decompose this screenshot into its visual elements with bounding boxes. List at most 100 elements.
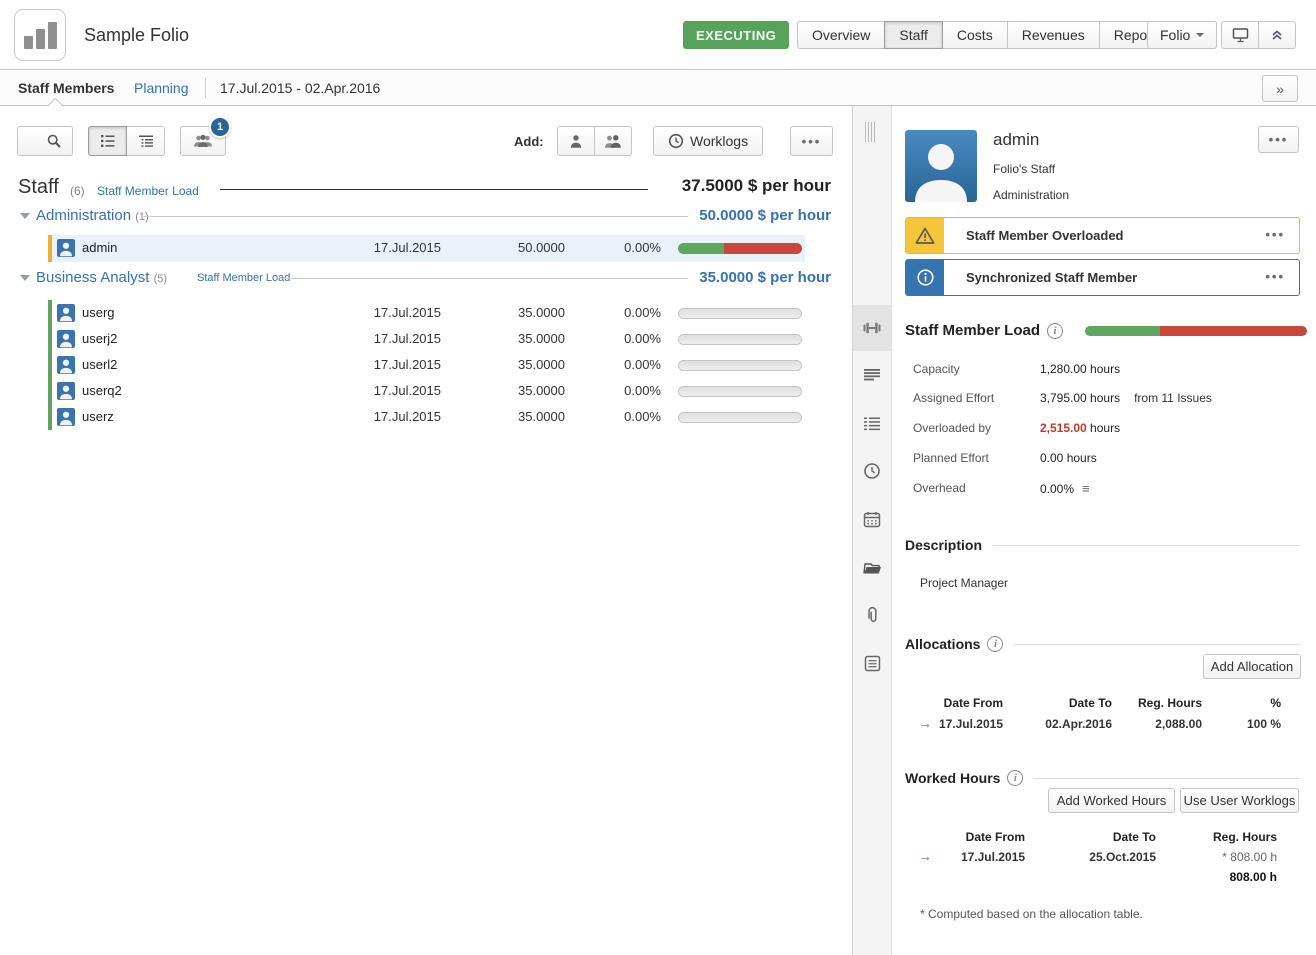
tab-revenues[interactable]: Revenues (1007, 21, 1100, 49)
info-icon[interactable]: i (1047, 323, 1063, 339)
capacity-value: 1,280.00 hours (1040, 362, 1120, 376)
view-toggle-group (88, 126, 165, 156)
staff-row-userl2[interactable]: userl2 17.Jul.2015 35.0000 0.00% (48, 352, 805, 378)
planned-effort-label: Planned Effort (913, 451, 989, 465)
strip-tab-load[interactable] (853, 305, 891, 351)
folio-menu-label: Folio (1160, 27, 1190, 43)
avatar (57, 382, 75, 400)
staff-count: (6) (70, 184, 85, 198)
member-date: 17.Jul.2015 (374, 409, 441, 424)
group-name[interactable]: Business Analyst (5) (36, 269, 167, 286)
worked-hours-computed: * 808.00 h (1222, 850, 1277, 864)
tab-overview[interactable]: Overview (797, 21, 885, 49)
search-icon (46, 133, 62, 149)
group-name[interactable]: Administration (1) (36, 207, 149, 224)
overloaded-label: Overloaded by (913, 421, 991, 435)
strip-tab-worked-hours[interactable] (853, 448, 891, 494)
expand-panel-button[interactable]: » (1262, 75, 1298, 102)
strip-tab-allocations[interactable] (853, 400, 891, 446)
alert-actions-button[interactable]: ••• (1265, 269, 1285, 284)
member-rate: 35.0000 (518, 357, 565, 372)
assigned-effort-value: 3,795.00 hoursfrom 11 Issues (1040, 391, 1212, 405)
divider (220, 189, 648, 190)
member-name: userq2 (82, 383, 122, 398)
panel-resize-handle[interactable] (865, 122, 880, 142)
add-staff-member-button[interactable] (557, 126, 595, 156)
collapse-header-button[interactable] (1258, 21, 1296, 49)
alert-actions-button[interactable]: ••• (1265, 227, 1285, 242)
flat-list-view-button[interactable] (88, 126, 127, 156)
member-name: userj2 (82, 331, 117, 346)
overhead-value: 0.00%≡ (1040, 481, 1090, 496)
worked-hours-date-from: 17.Jul.2015 (961, 850, 1025, 864)
tab-staff[interactable]: Staff (884, 21, 943, 49)
member-rate: 35.0000 (518, 331, 565, 346)
info-icon[interactable]: i (1007, 770, 1023, 786)
staff-row-userj2[interactable]: userj2 17.Jul.2015 35.0000 0.00% (48, 326, 805, 352)
member-percent: 0.00% (624, 240, 661, 255)
member-load-bar (678, 243, 802, 254)
member-name: admin (82, 240, 117, 255)
ellipsis-icon: ••• (1269, 132, 1289, 147)
add-buttons-group (557, 126, 632, 156)
staff-row-userq2[interactable]: userq2 17.Jul.2015 35.0000 0.00% (48, 378, 805, 404)
strip-tab-calendar[interactable] (853, 496, 891, 542)
detail-member-group: Administration (993, 188, 1069, 202)
list-items-icon (863, 416, 881, 431)
tab-planning[interactable]: Planning (134, 70, 189, 106)
strip-tab-log[interactable] (853, 640, 891, 686)
overhead-menu-icon[interactable]: ≡ (1082, 481, 1090, 496)
warning-icon (906, 218, 944, 253)
member-date: 17.Jul.2015 (374, 331, 441, 346)
avatar (905, 130, 977, 202)
row-status-edge (48, 235, 52, 262)
add-staff-group-button[interactable] (594, 126, 632, 156)
group-header-business-analyst: Business Analyst (5) Staff Member Load 3… (18, 269, 834, 287)
staff-member-load-link[interactable]: Staff Member Load (97, 184, 199, 198)
app-header: Sample Folio EXECUTING Overview Staff Co… (0, 0, 1316, 70)
search-button[interactable] (17, 126, 73, 156)
staff-row-admin[interactable]: admin 17.Jul.2015 50.0000 0.00% (48, 235, 805, 262)
people-group-icon (193, 133, 213, 149)
add-allocation-button[interactable]: Add Allocation (1203, 654, 1301, 679)
alloc-header-date-from: Date From (944, 696, 1003, 710)
avatar (57, 239, 75, 257)
member-name: userz (82, 409, 114, 424)
worked-hours-footnote: * Computed based on the allocation table… (920, 907, 1143, 921)
staff-row-userg[interactable]: userg 17.Jul.2015 35.0000 0.00% (48, 300, 805, 326)
page-title: Sample Folio (84, 0, 189, 70)
grouped-list-view-button[interactable] (126, 126, 165, 156)
group-filter-badge: 1 (209, 116, 231, 138)
more-actions-button[interactable]: ••• (790, 126, 833, 156)
row-status-edge (48, 352, 52, 378)
info-icon[interactable]: i (987, 636, 1003, 652)
collapse-triangle-icon[interactable] (20, 275, 30, 281)
staff-row-userz[interactable]: userz 17.Jul.2015 35.0000 0.00% (48, 404, 805, 430)
collapse-triangle-icon[interactable] (20, 213, 30, 219)
alert-synchronized[interactable]: Synchronized Staff Member ••• (905, 259, 1300, 296)
add-worked-hours-button[interactable]: Add Worked Hours (1048, 788, 1175, 813)
strip-tab-description[interactable] (853, 352, 891, 398)
strip-tab-documents[interactable] (853, 544, 891, 590)
row-status-edge (48, 378, 52, 404)
load-section-title: Staff Member Load i (905, 322, 1063, 339)
group-load-link[interactable]: Staff Member Load (197, 272, 290, 284)
ellipsis-icon: ••• (802, 134, 822, 149)
alert-overloaded[interactable]: Staff Member Overloaded ••• (905, 217, 1300, 254)
row-status-edge (48, 404, 52, 430)
divider (284, 278, 688, 279)
folio-menu-button[interactable]: Folio (1147, 21, 1217, 49)
tab-staff-members[interactable]: Staff Members (18, 70, 114, 106)
tab-costs[interactable]: Costs (942, 21, 1008, 49)
worklogs-button[interactable]: Worklogs (653, 126, 763, 156)
member-load-bar (678, 334, 802, 345)
detail-more-button[interactable]: ••• (1258, 126, 1299, 153)
use-user-worklogs-button[interactable]: Use User Worklogs (1180, 788, 1299, 813)
alert-label: Synchronized Staff Member (966, 270, 1137, 285)
overloaded-value: 2,515.00 hours (1040, 421, 1120, 435)
clock-icon (668, 133, 684, 149)
load-dumbbell-icon (862, 318, 882, 338)
wh-header-date-from: Date From (966, 830, 1025, 844)
presentation-mode-button[interactable] (1221, 21, 1259, 49)
strip-tab-attachments[interactable] (853, 592, 891, 638)
